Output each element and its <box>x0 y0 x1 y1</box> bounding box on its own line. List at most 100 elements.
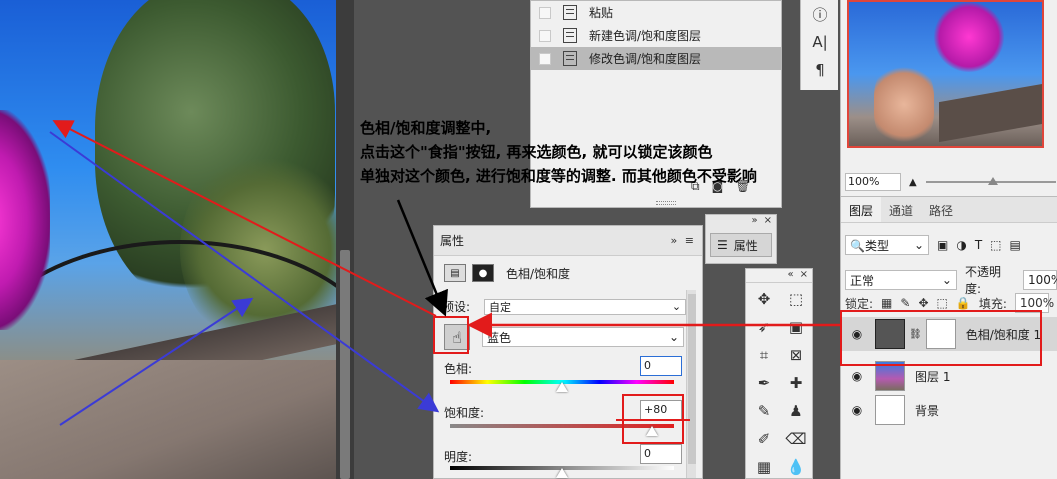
properties-header: ▤ ● 色相/饱和度 <box>444 264 570 282</box>
filter-type-icon[interactable]: T <box>975 238 982 252</box>
properties-scrollbar-thumb[interactable] <box>688 294 696 464</box>
properties-scrollbar[interactable] <box>686 290 696 478</box>
eye-icon[interactable]: ◉ <box>849 403 865 417</box>
move-tool-icon[interactable]: ✥ <box>748 287 780 311</box>
saturation-slider-knob[interactable] <box>646 426 658 436</box>
lightness-slider-knob[interactable] <box>556 468 568 478</box>
quick-select-tool-icon[interactable]: ▣ <box>780 315 812 339</box>
canvas-scrollbar-thumb[interactable] <box>340 250 350 479</box>
zoom-field[interactable]: 100% <box>845 173 901 191</box>
properties-button[interactable]: ☰ 属性 <box>710 233 772 257</box>
lock-artboard-icon[interactable]: ⬚ <box>937 296 948 310</box>
targeted-adjustment-hand-button[interactable]: ☝ <box>444 324 470 350</box>
layer-row-hue-saturation[interactable]: ◉ ⛓ 色相/饱和度 1 <box>841 317 1057 351</box>
zoom-row: 100% ▲ <box>841 171 1057 193</box>
saturation-field[interactable]: +80 <box>640 400 682 420</box>
history-item[interactable]: 新建色调/饱和度图层 <box>531 24 781 47</box>
marquee-tool-icon[interactable]: ⬚ <box>780 287 812 311</box>
collapse-icon[interactable]: » <box>751 215 757 229</box>
lock-brush-icon[interactable]: ✎ <box>900 296 910 310</box>
lightness-field[interactable]: 0 <box>640 444 682 464</box>
crop-tool-icon[interactable]: ⌗ <box>748 343 780 367</box>
filter-label: 类型 <box>864 238 889 253</box>
layer-thumbnail[interactable] <box>875 395 905 425</box>
panel-resize-grip[interactable] <box>656 201 676 205</box>
zoom-out-icon[interactable]: ▲ <box>909 177 917 188</box>
history-item-label: 新建色调/饱和度图层 <box>589 29 702 43</box>
chevron-down-icon: ⌄ <box>941 273 952 287</box>
close-icon[interactable]: × <box>800 269 808 282</box>
info-icon[interactable]: ⓘ <box>801 0 839 28</box>
layer-name[interactable]: 背景 <box>915 402 939 419</box>
layer-name[interactable]: 图层 1 <box>915 368 950 385</box>
tab-paths[interactable]: 路径 <box>921 197 961 222</box>
hue-slider-knob[interactable] <box>556 382 568 392</box>
tab-channels[interactable]: 通道 <box>881 197 921 222</box>
history-checkbox[interactable] <box>539 29 551 42</box>
stamp-tool-icon[interactable]: ♟ <box>780 399 812 423</box>
history-brush-tool-icon[interactable]: ✐ <box>748 427 780 451</box>
annotation-line-2: 点击这个"食指"按钮, 再来选颜色, 就可以锁定该颜色 <box>360 143 713 161</box>
paragraph-icon[interactable]: ¶ <box>801 56 839 84</box>
filter-adjustment-icon[interactable]: ◑ <box>956 238 966 252</box>
lock-row: 锁定: ▦ ✎ ✥ ⬚ 🔒 填充: 100% <box>845 293 1054 313</box>
properties-collapsed-panel: » × ☰ 属性 <box>705 214 777 264</box>
canvas-image[interactable] <box>0 0 336 479</box>
hue-saturation-icon[interactable]: ▤ <box>444 264 466 282</box>
link-icon[interactable]: ⛓ <box>909 329 922 340</box>
properties-tabbar: 属性 » ≡ <box>434 226 702 256</box>
lock-move-icon[interactable]: ✥ <box>918 296 928 310</box>
lightness-label: 明度: <box>444 450 473 464</box>
eye-icon[interactable]: ◉ <box>849 369 865 383</box>
character-icon[interactable]: A| <box>801 28 839 56</box>
history-doc-icon <box>563 28 577 43</box>
layer-thumbnail[interactable] <box>875 361 905 391</box>
eyedropper-tool-icon[interactable]: ✒ <box>748 371 780 395</box>
opacity-label: 不透明度: <box>964 265 1001 296</box>
brush-tool-icon[interactable]: ✎ <box>748 399 780 423</box>
filter-shape-icon[interactable]: ⬚ <box>990 238 1001 252</box>
preset-select[interactable]: 自定 ⌄ <box>484 298 687 315</box>
navigator-thumbnail[interactable] <box>847 0 1044 148</box>
canvas-scrollbar[interactable] <box>336 0 354 479</box>
layers-panel: 图层 通道 路径 🔍类型 ⌄ ▣ ◑ T ⬚ ▤ 正常 ⌄ 不透明度: 100% 锁… <box>840 196 1057 479</box>
blur-tool-icon[interactable]: 💧 <box>780 455 812 479</box>
preset-label: 预设: <box>442 300 471 314</box>
eye-icon[interactable]: ◉ <box>849 327 865 341</box>
tab-properties[interactable]: 属性 <box>440 232 464 249</box>
close-icon[interactable]: × <box>764 215 772 229</box>
lock-all-icon[interactable]: 🔒 <box>956 296 971 310</box>
filter-smart-icon[interactable]: ▤ <box>1010 238 1021 252</box>
tab-layers[interactable]: 图层 <box>841 197 882 222</box>
frame-tool-icon[interactable]: ⊠ <box>780 343 812 367</box>
layer-mask-thumbnail[interactable] <box>925 319 956 349</box>
layer-row-background[interactable]: ◉ 背景 <box>841 393 1057 427</box>
history-checkbox[interactable] <box>539 52 551 65</box>
lasso-tool-icon[interactable]: ➶ <box>748 315 780 339</box>
fill-field[interactable]: 100% <box>1014 293 1054 313</box>
zoom-slider[interactable] <box>926 177 1056 185</box>
lock-transparent-icon[interactable]: ▦ <box>881 296 892 310</box>
panel-menu-icon[interactable]: » ≡ <box>671 234 696 247</box>
history-item[interactable]: 粘贴 <box>531 1 781 24</box>
collapse-icon[interactable]: « <box>787 269 793 282</box>
history-item-label: 粘贴 <box>589 6 614 20</box>
history-checkbox[interactable] <box>539 6 551 19</box>
healing-tool-icon[interactable]: ✚ <box>780 371 812 395</box>
layer-filter-select[interactable]: 🔍类型 ⌄ <box>845 235 929 255</box>
gradient-tool-icon[interactable]: ▦ <box>748 455 780 479</box>
filter-pixel-icon[interactable]: ▣ <box>937 238 948 252</box>
annotation-line-1: 色相/饱和度调整中, <box>360 119 492 137</box>
saturation-slider-track[interactable] <box>450 424 674 428</box>
hue-field[interactable]: 0 <box>640 356 682 376</box>
layer-row-layer1[interactable]: ◉ 图层 1 <box>841 359 1057 393</box>
layer-name[interactable]: 色相/饱和度 1 <box>966 326 1042 343</box>
history-item-selected[interactable]: 修改色调/饱和度图层 <box>531 47 781 70</box>
opacity-field[interactable]: 100% <box>1023 270 1057 290</box>
eraser-tool-icon[interactable]: ⌫ <box>780 427 812 451</box>
side-tool-strip: ⓘ A| ¶ <box>800 0 838 90</box>
zoom-slider-knob[interactable] <box>988 177 998 185</box>
channel-select[interactable]: 蓝色 ⌄ <box>482 327 684 347</box>
blend-mode-select[interactable]: 正常 ⌄ <box>845 270 957 290</box>
mask-icon[interactable]: ● <box>472 264 494 282</box>
